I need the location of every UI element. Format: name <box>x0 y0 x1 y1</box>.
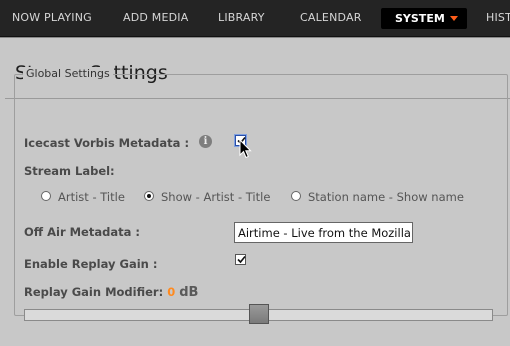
nav-calendar[interactable]: CALENDAR <box>300 11 362 24</box>
radio-artist-title-label: Artist - Title <box>58 190 125 204</box>
off-air-metadata-label: Off Air Metadata : <box>24 225 140 239</box>
global-settings-legend: Global Settings <box>23 67 113 80</box>
replay-gain-modifier-unit: dB <box>179 285 199 300</box>
replay-gain-modifier-label: Replay Gain Modifier: <box>24 285 164 299</box>
icecast-metadata-label: Icecast Vorbis Metadata : <box>24 136 190 150</box>
radio-artist-title[interactable] <box>41 191 51 201</box>
nav-history[interactable]: HIST <box>486 11 510 24</box>
top-navbar: NOW PLAYING ADD MEDIA LIBRARY CALENDAR S… <box>0 0 510 37</box>
mouse-pointer-icon <box>239 139 252 159</box>
replay-gain-label: Enable Replay Gain : <box>24 257 158 271</box>
replay-gain-checkbox[interactable] <box>235 254 246 265</box>
checkmark-icon <box>237 255 246 264</box>
replay-gain-slider-handle[interactable] <box>248 304 269 324</box>
stream-label-heading: Stream Label: <box>24 164 115 178</box>
dropdown-arrow-icon <box>450 16 458 21</box>
nav-add-media[interactable]: ADD MEDIA <box>123 11 188 24</box>
radio-show-artist-title[interactable] <box>144 191 154 201</box>
radio-show-artist-title-label: Show - Artist - Title <box>161 190 271 204</box>
nav-system-label: SYSTEM <box>395 12 445 25</box>
radio-station-show-label: Station name - Show name <box>308 190 464 204</box>
radio-station-show[interactable] <box>291 191 301 201</box>
info-icon[interactable]: i <box>199 135 212 148</box>
replay-gain-modifier-value: 0 <box>167 285 176 299</box>
replay-gain-modifier-row: Replay Gain Modifier: 0 dB <box>24 285 198 300</box>
nav-now-playing[interactable]: NOW PLAYING <box>12 11 92 24</box>
nav-system-menu[interactable]: SYSTEM <box>381 8 467 29</box>
off-air-metadata-input[interactable]: Airtime - Live from the Mozilla Firefox <box>234 222 413 243</box>
nav-library[interactable]: LIBRARY <box>218 11 265 24</box>
